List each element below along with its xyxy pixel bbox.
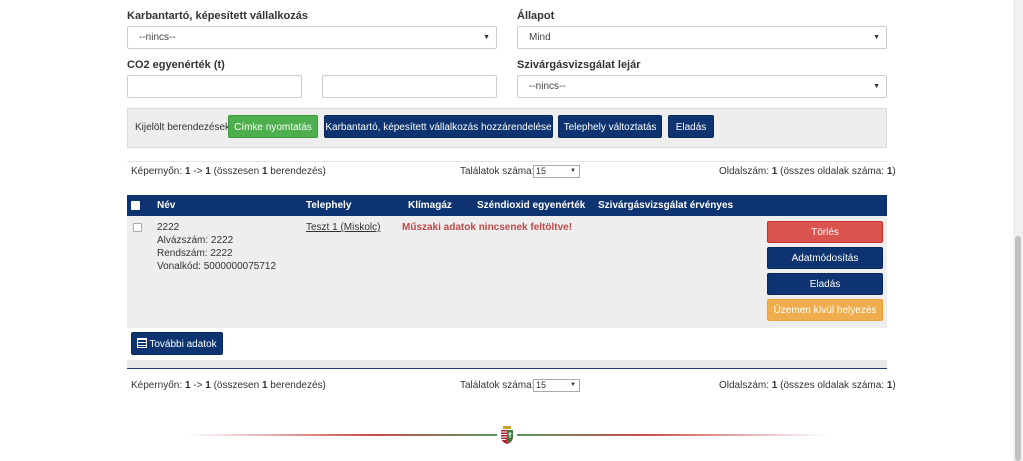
contractor-filter-label: Karbantartó, képesített vállalkozás — [127, 10, 308, 22]
co2-to-input[interactable] — [322, 75, 497, 98]
hungarian-coat-of-arms-icon — [501, 426, 513, 444]
column-header-co2[interactable]: Széndioxid egyenérték — [477, 200, 585, 211]
page-scrollbar[interactable] — [1013, 0, 1023, 461]
divider — [127, 161, 887, 162]
row-checkbox[interactable] — [133, 223, 142, 232]
column-header-refrigerant[interactable]: Klímagáz — [408, 200, 452, 211]
page-number-info-bottom: Oldalszám: 1 (összes oldalak száma: 1) — [719, 380, 896, 391]
column-header-leak-test[interactable]: Szivárgásvizsgálat érvényes — [598, 200, 733, 211]
scrollbar-thumb[interactable] — [1015, 236, 1021, 461]
list-icon — [137, 338, 148, 348]
more-data-label: További adatok — [149, 339, 217, 350]
contractor-select[interactable]: --nincs-- ▼ — [127, 26, 497, 49]
leak-test-select[interactable]: --nincs-- ▼ — [517, 75, 887, 98]
equipment-name: 2222 — [157, 222, 180, 233]
bulk-sell-button[interactable]: Eladás — [668, 115, 714, 138]
results-per-page-select-bottom[interactable]: 15 ▼ — [533, 379, 580, 392]
leak-test-select-value: --nincs-- — [529, 81, 566, 92]
column-header-site[interactable]: Telephely — [306, 200, 351, 211]
results-per-page-select[interactable]: 15 ▼ — [533, 165, 580, 178]
page-number-info: Oldalszám: 1 (összes oldalak száma: 1) — [719, 166, 896, 177]
contractor-select-value: --nincs-- — [139, 32, 176, 43]
status-select-value: Mind — [529, 32, 551, 43]
chevron-down-icon: ▼ — [873, 34, 880, 41]
assign-contractor-button[interactable]: Karbantartó, képesített vállalkozás hozz… — [324, 115, 553, 138]
print-label-button[interactable]: Címke nyomtatás — [228, 115, 318, 138]
results-per-page-label-bottom: Találatok száma: — [460, 380, 535, 391]
record-range-info: Képernyőn: 1 -> 1 (összesen 1 berendezés… — [131, 166, 326, 177]
chevron-down-icon: ▼ — [570, 382, 576, 388]
table-row: 2222 Alvázszám: 2222 Rendszám: 2222 Vona… — [127, 216, 887, 328]
sell-button[interactable]: Eladás — [767, 273, 883, 295]
select-all-checkbox[interactable] — [131, 201, 140, 210]
more-data-button[interactable]: További adatok — [131, 332, 223, 355]
footer-divider-left — [187, 434, 497, 436]
barcode: Vonalkód: 5000000075712 — [157, 261, 277, 272]
table-footer-strip — [127, 360, 887, 369]
registration-number: Rendszám: 2222 — [157, 248, 233, 259]
delete-button[interactable]: Törlés — [767, 221, 883, 243]
edit-button[interactable]: Adatmódosítás — [767, 247, 883, 269]
change-site-button[interactable]: Telephely változtatás — [558, 115, 662, 138]
leak-test-filter-label: Szivárgásvizsgálat lejár — [517, 59, 641, 71]
results-per-page-label: Találatok száma: — [460, 166, 535, 177]
chevron-down-icon: ▼ — [873, 83, 880, 90]
co2-filter-label: CO2 egyenérték (t) — [127, 59, 225, 71]
chassis-number: Alvázszám: 2222 — [157, 235, 234, 246]
column-header-name[interactable]: Név — [157, 200, 175, 211]
chevron-down-icon: ▼ — [483, 34, 490, 41]
footer-divider-right — [517, 434, 827, 436]
missing-data-warning: Műszaki adatok nincsenek feltöltve! — [402, 222, 573, 233]
decommission-button[interactable]: Üzemen kívül helyezés — [767, 299, 883, 321]
bulk-action-bar: Kijelölt berendezések: Címke nyomtatás K… — [127, 108, 887, 148]
co2-from-input[interactable] — [127, 75, 302, 98]
chevron-down-icon: ▼ — [570, 168, 576, 174]
site-link[interactable]: Teszt 1 (Miskolc) — [306, 222, 380, 233]
selected-equipment-label: Kijelölt berendezések: — [135, 122, 233, 133]
status-select[interactable]: Mind ▼ — [517, 26, 887, 49]
status-filter-label: Állapot — [517, 10, 555, 22]
record-range-info-bottom: Képernyőn: 1 -> 1 (összesen 1 berendezés… — [131, 380, 326, 391]
equipment-table-header: Név Telephely Klímagáz Széndioxid egyené… — [127, 195, 887, 216]
